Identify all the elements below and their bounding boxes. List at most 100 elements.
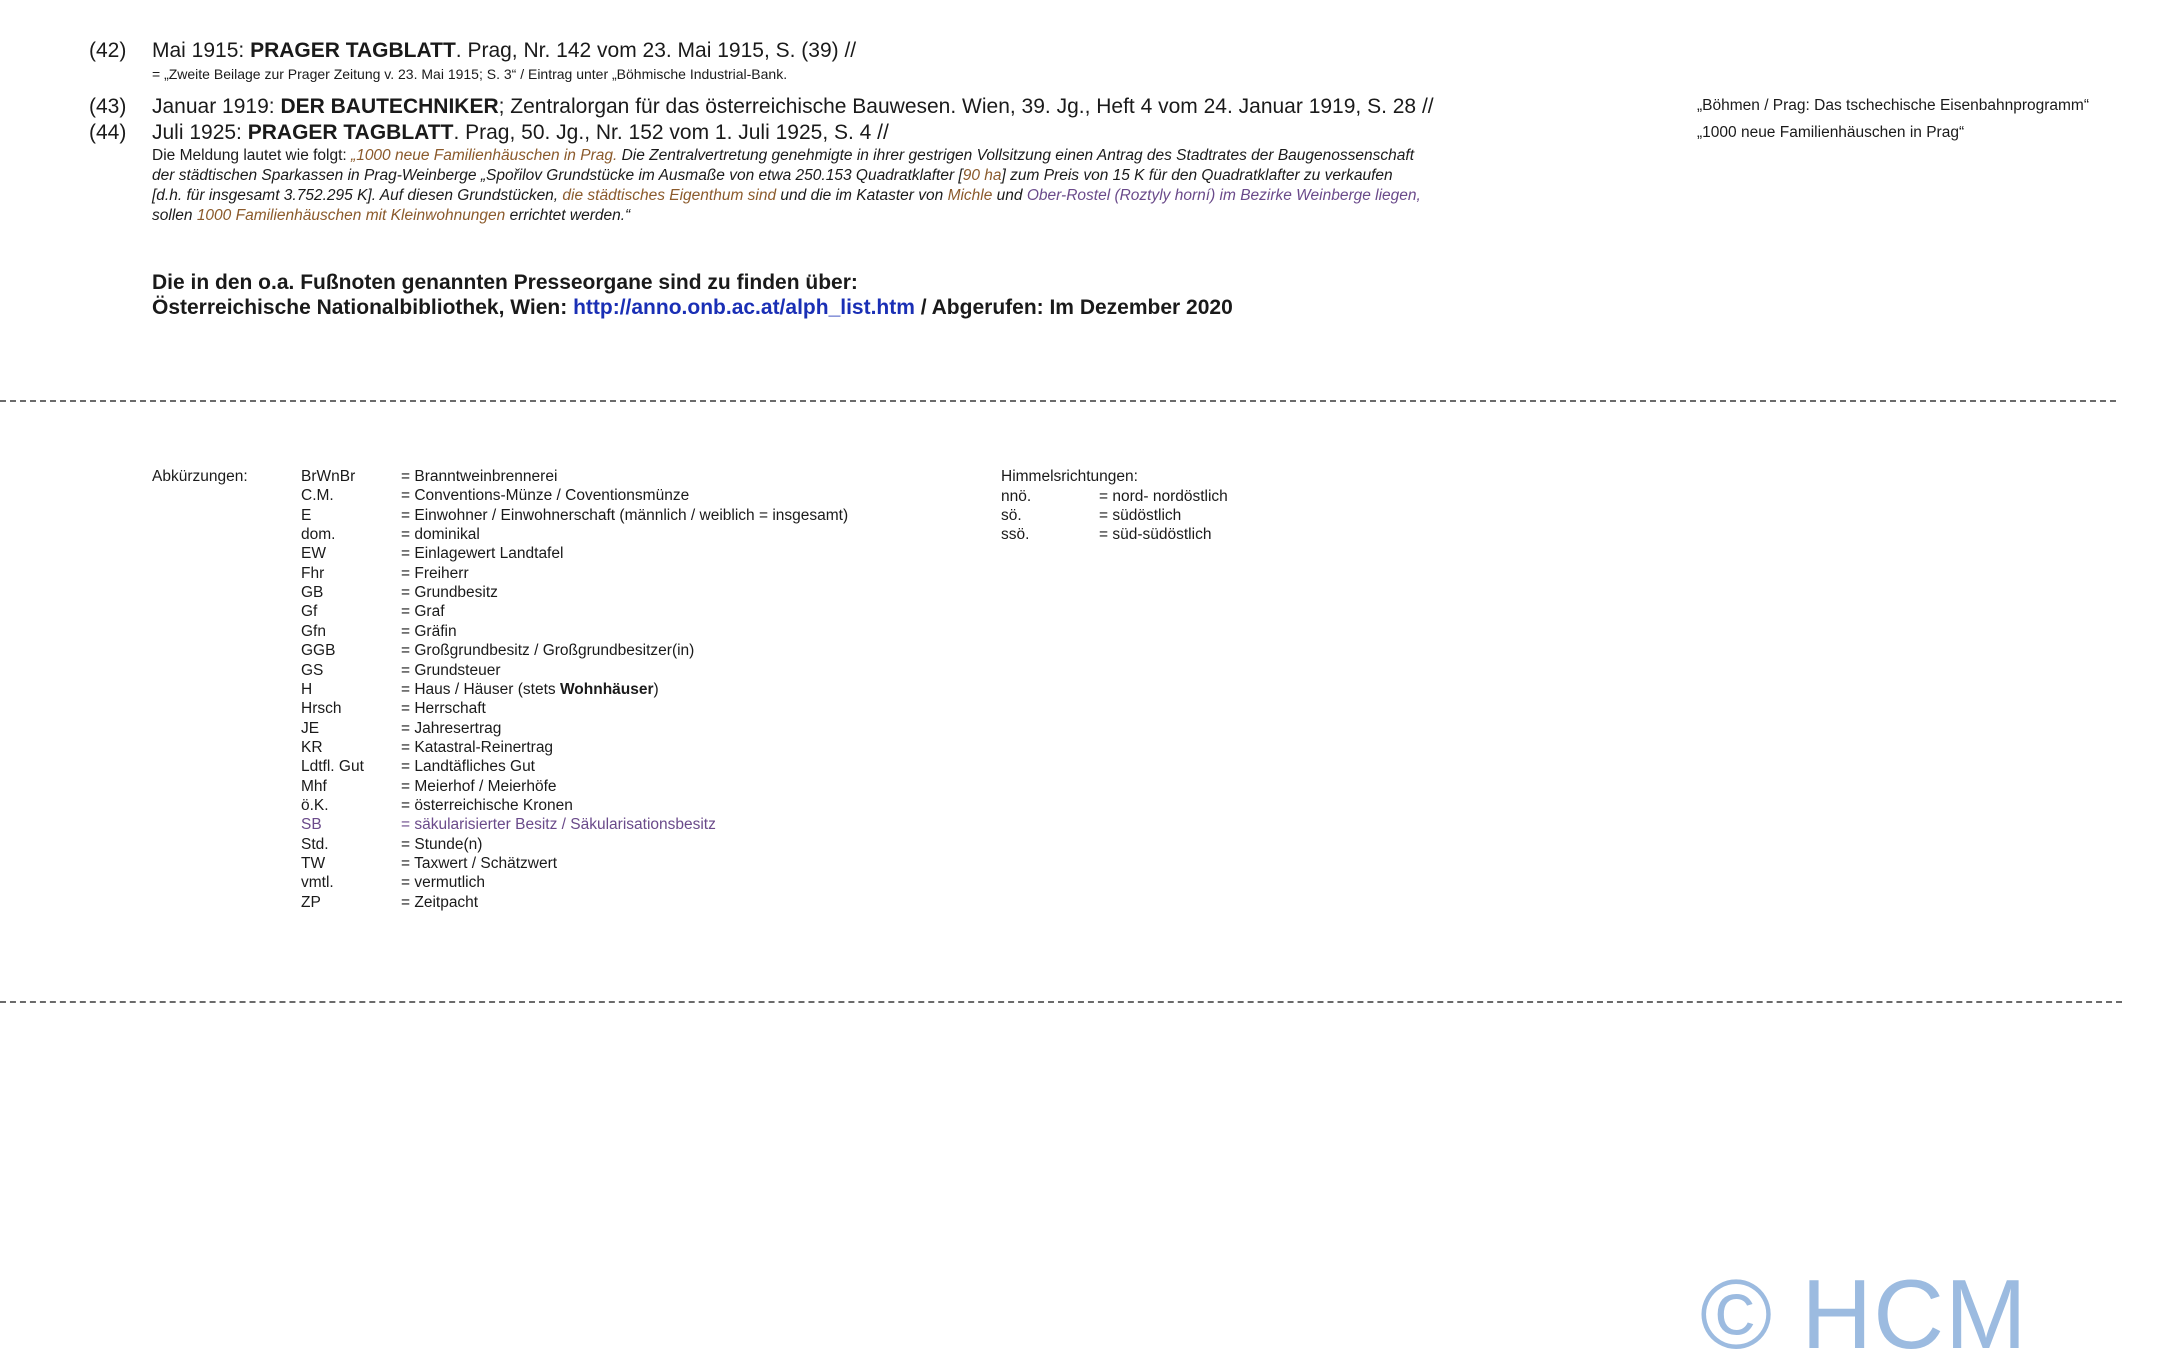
quote-highlight: die städtisches Eigenthum sind [562,187,777,204]
abbreviation-meaning: = Einlagewert Landtafel [401,545,563,563]
sources-line: Österreichische Nationalbibliothek, Wien… [152,295,1233,320]
abbreviation-key: GS [301,661,324,679]
abbreviation-meaning-text: = Einlagewert Landtafel [401,545,564,563]
abbreviation-key: BrWnBr [301,468,356,485]
abbreviation-meaning: = Branntweinbrennerei [401,468,557,486]
abbreviation-meaning-text: = säkularisierter Besitz / Säkularisatio… [401,816,716,834]
abbreviation-key: E [301,506,312,524]
abbreviation-meaning: = Großgrundbesitz / Großgrundbesitzer(in… [401,642,694,660]
sources-retrieved: / Abgerufen: Im Dezember 2020 [914,296,1233,319]
footnote-publication: PRAGER TAGBLATT [250,39,456,62]
abbreviation-meaning-text: = Landtäfliches Gut [401,758,535,776]
abbreviation-meaning-text: = Großgrundbesitz / Großgrundbesitzer(in… [401,642,695,660]
abbreviation-meaning-text: = Einwohner / Einwohnerschaft (männlich … [401,506,849,524]
quote-headline: „1000 neue Familienhäuschen in Prag. [351,147,618,164]
abbreviation-meaning: = Conventions-Münze / Coventionsmünze [401,487,689,505]
abbreviation-meaning: = dominikal [401,526,480,544]
abbreviation-meaning: = Taxwert / Schätzwert [401,855,557,873]
abbreviation-key: H [301,680,313,698]
quote-highlight: 90 ha [962,167,1002,184]
footnote-date: Juli 1925: [152,121,248,144]
abbreviation-meaning-text: = Freiherr [401,564,469,582]
abbreviation-meaning-text: = dominikal [401,526,480,544]
copyright-watermark: © HCM [1700,1259,2028,1369]
footnote-details: . Prag, 50. Jg., Nr. 152 vom 1. Juli 192… [453,121,889,144]
directions-label: Himmelsrichtungen: [1001,468,1138,485]
direction-key: sö. [1001,506,1022,524]
quote-place: Michle [947,187,993,204]
dashed-divider [0,400,2116,402]
abbreviation-key: Gf [301,603,318,621]
abbreviations-label: Abkürzungen: [152,468,248,485]
footnote-details: ; Zentralorgan für das österreichische B… [498,95,1434,118]
abbreviation-key: Mhf [301,777,327,795]
abbreviation-key: SB [301,816,322,834]
footnote-43-side-title: „Böhmen / Prag: Das tschechische Eisenba… [1697,97,2089,114]
footnote-publication: PRAGER TAGBLATT [247,121,454,144]
quote-text: und [992,187,1027,204]
abbreviation-meaning: = Einwohner / Einwohnerschaft (männlich … [401,507,848,525]
quote-line-1: Die Meldung lautet wie folgt: „1000 neue… [152,146,1414,166]
quote-place: Ober-Rostel [1026,187,1111,204]
abbreviation-key: Gfn [301,622,326,640]
abbreviation-meaning: = Freiherr [401,565,469,583]
abbreviation-key: Ldtfl. Gut [301,758,364,776]
abbreviation-meaning: = säkularisierter Besitz / Säkularisatio… [401,816,716,834]
abbreviation-meaning-text: = Branntweinbrennerei [401,468,558,485]
footnote-number: (44) [89,121,127,144]
abbreviation-key: Hrsch [301,700,342,718]
quote-line-2: der städtischen Sparkassen in Prag-Weinb… [152,166,1393,186]
abbreviation-meaning: = Landtäfliches Gut [401,758,535,776]
abbreviation-meaning-text: = vermutlich [401,874,485,892]
quote-line-4: sollen 1000 Familienhäuschen mit Kleinwo… [152,206,630,226]
abbreviation-meaning-text: = Gräfin [401,622,457,640]
abbreviation-meaning-text: = Haus / Häuser (stets [401,680,560,698]
abbreviation-meaning-text: = Grundsteuer [401,661,501,679]
footnote-date: Januar 1919: [152,95,281,118]
abbreviation-meaning: = Graf [401,603,445,621]
abbreviation-key: GB [301,584,324,602]
direction-meaning: = südöstlich [1099,506,1182,524]
abbreviation-key: TW [301,855,326,872]
quote-text: Die Zentralvertretung genehmigte in ihre… [617,147,1415,164]
footnote-42-subnote: = „Zweite Beilage zur Prager Zeitung v. … [152,66,788,82]
abbreviation-meaning: = Stunde(n) [401,836,482,854]
quote-text: errichtet werden.“ [505,207,631,224]
abbreviation-key: Fhr [301,564,325,582]
quote-text: [d.h. für insgesamt 3.752.295 K]. Auf di… [152,187,563,204]
abbreviation-meaning-text: = Stunde(n) [401,835,483,853]
footnote-details: . Prag, Nr. 142 vom 23. Mai 1915, S. (39… [455,39,857,62]
abbreviation-key: GGB [301,642,336,660]
abbreviation-key: dom. [301,526,336,544]
quote-text: sollen [152,207,197,224]
abbreviation-key: ZP [301,893,321,911]
abbreviation-key: KR [301,738,323,756]
abbreviation-meaning: = Haus / Häuser (stets Wohnhäuser) [401,681,659,699]
quote-text: ( [1110,187,1120,204]
direction-key: ssö. [1001,526,1030,544]
anno-link[interactable]: http://anno.onb.ac.at/alph_list.htm [573,296,915,319]
footnote-date: Mai 1915: [152,39,251,62]
direction-key: nnö. [1001,487,1032,505]
footnote-44-side-title: „1000 neue Familienhäuschen in Prag“ [1697,124,1965,141]
abbreviation-key: vmtl. [301,874,334,892]
footnote-42-text: Mai 1915: PRAGER TAGBLATT. Prag, Nr. 142… [152,39,856,63]
abbreviation-meaning-text: = Taxwert / Schätzwert [401,855,558,872]
quote-text: der städtischen Sparkassen in Prag-Weinb… [152,167,963,184]
abbreviation-meaning: = Herrschaft [401,700,486,718]
footnote-number: (42) [89,39,127,62]
direction-meaning: = nord- nordöstlich [1099,487,1228,505]
footnote-publication: DER BAUTECHNIKER [280,95,499,118]
abbreviation-meaning: = Jahresertrag [401,720,501,738]
abbreviation-meaning-text: = Grundbesitz [401,584,498,602]
abbreviation-key: Std. [301,835,329,853]
abbreviation-meaning: = Grundsteuer [401,662,501,680]
quote-intro: Die Meldung lautet wie folgt: [152,147,352,164]
quote-text: ) im Bezirke Weinberge liegen, [1210,187,1421,204]
direction-meaning: = süd-südöstlich [1099,526,1212,544]
quote-line-3: [d.h. für insgesamt 3.752.295 K]. Auf di… [152,186,1421,206]
abbreviation-meaning: = Katastral-Reinertrag [401,739,553,757]
footnote-number: (43) [89,95,127,118]
abbreviation-meaning-text: = Herrschaft [401,700,486,718]
abbreviation-meaning-text: = Meierhof / Meierhöfe [401,777,557,795]
